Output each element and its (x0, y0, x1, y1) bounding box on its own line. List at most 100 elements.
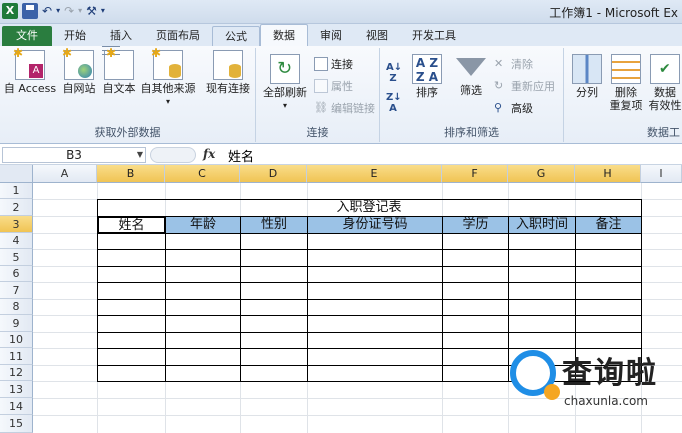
title-bar: X ↶ ▾ ↷ ▾ ⚒ ▾ 工作簿1 - Microsoft Ex (0, 0, 682, 24)
row-header-5[interactable]: 5 (0, 249, 33, 266)
reapply-button[interactable]: ↻ 重新应用 (494, 78, 555, 94)
row-header-7[interactable]: 7 (0, 282, 33, 299)
chevron-down-icon[interactable]: ▼ (137, 148, 143, 162)
advanced-filter-icon: ⚲ (494, 101, 503, 114)
border-line (97, 315, 642, 316)
undo-icon[interactable]: ↶ (42, 3, 52, 19)
column-header-f[interactable]: F (442, 165, 508, 183)
advanced-filter-button[interactable]: ⚲ 高级 (494, 100, 533, 116)
refresh-icon (270, 54, 300, 84)
row-header-11[interactable]: 11 (0, 348, 33, 365)
ribbon: 自 Access 自网站 自文本 自其他来源 ▾ 现有连接 获取外部数据 全部刷… (0, 46, 682, 144)
customize-qat-icon[interactable]: ▾ (101, 3, 105, 19)
quick-access-toolbar: X ↶ ▾ ↷ ▾ ⚒ ▾ (2, 3, 105, 19)
save-icon[interactable] (22, 3, 38, 19)
refresh-all-button[interactable]: 全部刷新 ▾ (260, 54, 310, 112)
dropdown-icon[interactable]: ▾ (56, 3, 60, 19)
header-cell-remarks[interactable]: 备注 (575, 216, 642, 234)
group-label: 排序和筛选 (444, 126, 499, 139)
excel-logo-icon[interactable]: X (2, 3, 18, 19)
row-header-13[interactable]: 13 (0, 381, 33, 398)
remove-duplicates-icon (611, 54, 641, 84)
web-icon (62, 46, 94, 80)
row-header-10[interactable]: 10 (0, 332, 33, 348)
header-cell-gender[interactable]: 性别 (240, 216, 308, 234)
border-line (97, 299, 642, 300)
row-header-9[interactable]: 9 (0, 315, 33, 332)
from-other-sources-button[interactable]: 自其他来源 ▾ (138, 46, 198, 108)
column-header-d[interactable]: D (240, 165, 307, 183)
column-header-c[interactable]: C (165, 165, 240, 183)
row-header-1[interactable]: 1 (0, 183, 33, 199)
row-header-8[interactable]: 8 (0, 299, 33, 315)
group-label: 连接 (306, 126, 329, 139)
row-header-2[interactable]: 2 (0, 199, 33, 216)
tab-view[interactable]: 视图 (354, 26, 400, 46)
data-validation-button[interactable]: 数据 有效性 (648, 54, 682, 112)
tab-data[interactable]: 数据 (260, 24, 308, 46)
border-line (442, 233, 443, 382)
tab-page-layout[interactable]: 页面布局 (144, 26, 212, 46)
clear-filter-icon: ✕ (494, 57, 504, 70)
tab-file[interactable]: 文件 (2, 26, 52, 46)
column-header-i[interactable]: I (641, 165, 682, 183)
row-header-3[interactable]: 3 (0, 216, 33, 233)
column-header-b[interactable]: B (97, 165, 165, 183)
tab-home[interactable]: 开始 (52, 26, 98, 46)
tab-review[interactable]: 审阅 (308, 26, 354, 46)
formula-input[interactable] (222, 146, 680, 164)
row-header-12[interactable]: 12 (0, 365, 33, 381)
tab-formulas[interactable]: 公式 (212, 26, 260, 46)
chevron-down-icon: ▾ (165, 97, 170, 106)
column-header-h[interactable]: H (575, 165, 641, 183)
border-line (307, 233, 308, 382)
existing-connections-button[interactable]: 现有连接 (202, 50, 254, 95)
properties-button[interactable]: 属性 (314, 78, 353, 94)
from-text-button[interactable]: 自文本 (100, 46, 138, 95)
dropdown-icon[interactable]: ▾ (78, 3, 82, 19)
sort-ascending-button[interactable]: A↓ Z (386, 62, 402, 84)
border-line (97, 282, 642, 283)
text-to-columns-icon (572, 54, 602, 84)
from-access-button[interactable]: 自 Access (2, 46, 58, 95)
from-web-button[interactable]: 自网站 (58, 46, 100, 95)
column-header-g[interactable]: G (508, 165, 575, 183)
properties-icon (314, 79, 328, 93)
header-cell-education[interactable]: 学历 (442, 216, 509, 234)
sort-za-icon: Z↓ A (386, 92, 402, 114)
header-cell-hire-date[interactable]: 入职时间 (508, 216, 576, 234)
border-line (97, 249, 642, 250)
funnel-icon (456, 58, 486, 76)
select-all-corner[interactable] (0, 165, 33, 183)
edit-links-button[interactable]: ⛓ 编辑链接 (314, 100, 375, 116)
database-icon (151, 46, 183, 80)
row-header-6[interactable]: 6 (0, 266, 33, 282)
redo-icon[interactable]: ↷ (64, 3, 74, 19)
clear-filter-button[interactable]: ✕ 清除 (494, 56, 533, 72)
column-header-e[interactable]: E (307, 165, 442, 183)
row-header-4[interactable]: 4 (0, 233, 33, 249)
filter-button[interactable]: 筛选 (454, 54, 488, 97)
tab-insert[interactable]: 插入 (98, 26, 144, 46)
table-title: 入职登记表 (336, 200, 402, 215)
window-title: 工作簿1 - Microsoft Ex (549, 6, 678, 20)
sort-button[interactable]: A ZZ A 排序 (410, 54, 444, 99)
column-header-a[interactable]: A (33, 165, 97, 183)
ribbon-tabs: 文件 开始 插入 页面布局 公式 数据 审阅 视图 开发工具 (0, 24, 682, 46)
header-cell-name[interactable]: 姓名 (97, 216, 166, 234)
name-box[interactable]: B3 ▼ (2, 147, 146, 163)
tab-developer[interactable]: 开发工具 (400, 26, 468, 46)
formula-bar: B3 ▼ fx (0, 145, 682, 165)
remove-duplicates-button[interactable]: 删除 重复项 (608, 54, 644, 112)
tool-icon[interactable]: ⚒ (86, 3, 97, 19)
row-header-14[interactable]: 14 (0, 398, 33, 415)
header-cell-age[interactable]: 年龄 (165, 216, 241, 234)
group-connections: 全部刷新 ▾ 连接 属性 ⛓ 编辑链接 连接 (256, 48, 380, 142)
header-cell-id-number[interactable]: 身份证号码 (307, 216, 443, 234)
row-header-15[interactable]: 15 (0, 415, 33, 433)
connections-button[interactable]: 连接 (314, 56, 353, 72)
sort-descending-button[interactable]: Z↓ A (386, 92, 402, 114)
formula-controls (150, 147, 196, 163)
insert-function-icon[interactable]: fx (203, 147, 215, 161)
text-to-columns-button[interactable]: 分列 (570, 54, 604, 99)
